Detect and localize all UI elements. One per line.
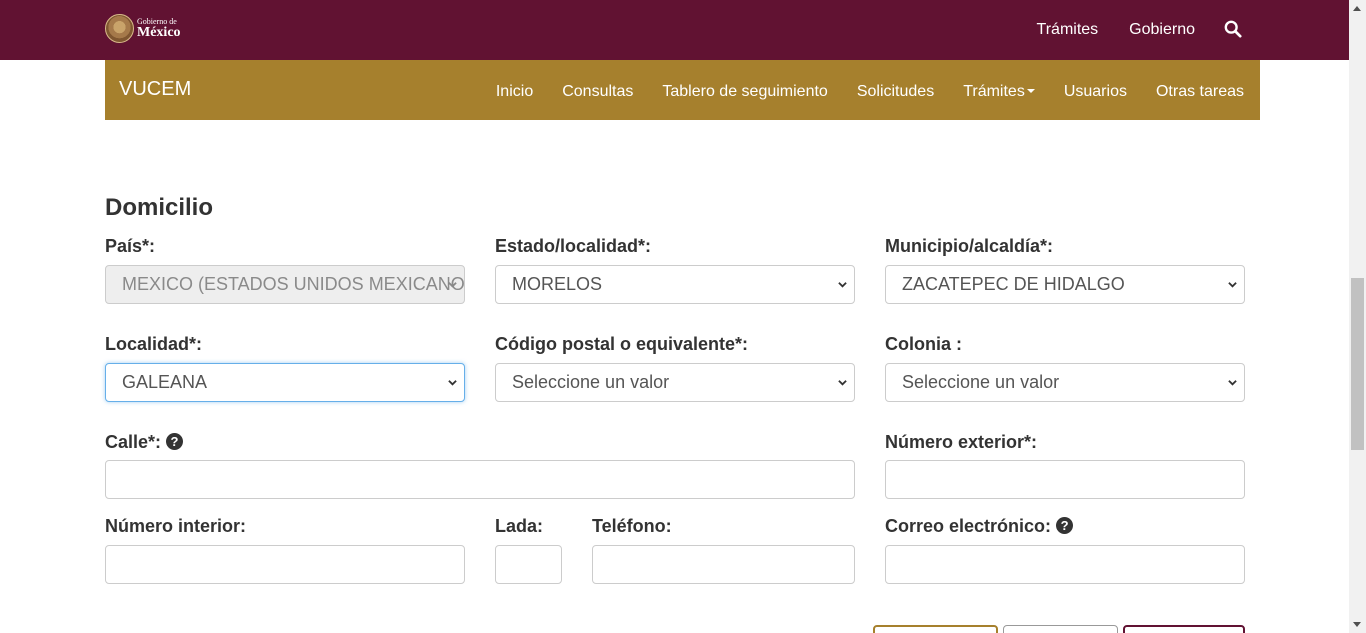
colonia-label: Colonia : xyxy=(885,334,962,354)
pais-label: País*: xyxy=(105,236,156,256)
action-button-3[interactable] xyxy=(1123,625,1245,633)
lada-input[interactable] xyxy=(495,545,562,584)
logo-text-big: México xyxy=(137,24,181,40)
nav-item-tablero[interactable]: Tablero de seguimiento xyxy=(662,83,827,101)
question-circle-icon[interactable]: ? xyxy=(1056,517,1074,534)
telefono-label: Teléfono: xyxy=(592,516,672,536)
action-button-1[interactable] xyxy=(873,625,998,633)
calle-label-row: Calle*:? xyxy=(105,432,184,453)
government-links: Trámites Gobierno xyxy=(1006,0,1349,60)
vucem-navbar: VUCEM Inicio Consultas Tablero de seguim… xyxy=(105,60,1260,120)
correo-input[interactable] xyxy=(885,545,1245,584)
municipio-select-value: ZACATEPEC DE HIDALGO xyxy=(902,274,1125,294)
vucem-brand[interactable]: VUCEM xyxy=(119,78,191,101)
codigo-postal-label: Código postal o equivalente*: xyxy=(495,334,749,354)
gov-link-gobierno[interactable]: Gobierno xyxy=(1129,21,1195,39)
localidad-label: Localidad*: xyxy=(105,334,203,354)
vucem-nav-menu: Inicio Consultas Tablero de seguimiento … xyxy=(467,60,1244,120)
nav-item-usuarios[interactable]: Usuarios xyxy=(1064,83,1127,101)
scroll-up-arrow-icon[interactable] xyxy=(1349,0,1366,17)
codigo-postal-select-value: Seleccione un valor xyxy=(512,372,670,392)
section-title: Domicilio xyxy=(105,194,214,221)
localidad-select[interactable]: GALEANA xyxy=(105,363,465,402)
colonia-select[interactable]: Seleccione un valor xyxy=(885,363,1245,402)
action-button-2[interactable] xyxy=(1003,625,1118,633)
calle-label: Calle*: xyxy=(105,432,162,452)
nav-item-otras-tareas[interactable]: Otras tareas xyxy=(1156,83,1244,101)
search-icon[interactable] xyxy=(1224,20,1244,40)
chevron-down-icon xyxy=(838,282,847,288)
nav-item-tramites-dropdown[interactable]: Trámites xyxy=(963,83,1035,101)
correo-label: Correo electrónico: xyxy=(885,516,1052,536)
estado-select-value: MORELOS xyxy=(512,274,603,294)
government-header: Gobierno de México Trámites Gobierno xyxy=(0,0,1349,60)
telefono-input[interactable] xyxy=(592,545,855,584)
municipio-select[interactable]: ZACATEPEC DE HIDALGO xyxy=(885,265,1245,304)
estado-label: Estado/localidad*: xyxy=(495,236,652,256)
gov-link-tramites[interactable]: Trámites xyxy=(1037,21,1099,39)
codigo-postal-select[interactable]: Seleccione un valor xyxy=(495,363,855,402)
correo-label-row: Correo electrónico:? xyxy=(885,516,1074,537)
logo-text: Gobierno de México xyxy=(137,17,181,40)
question-circle-icon[interactable]: ? xyxy=(166,433,184,450)
numero-exterior-input[interactable] xyxy=(885,460,1245,499)
page-scrollbar[interactable] xyxy=(1349,0,1366,633)
localidad-select-value: GALEANA xyxy=(122,372,208,392)
chevron-down-icon xyxy=(838,380,847,386)
chevron-down-icon xyxy=(448,380,457,386)
calle-input[interactable] xyxy=(105,460,855,499)
chevron-down-icon xyxy=(448,282,457,288)
chevron-down-icon xyxy=(1228,282,1237,288)
caret-down-icon xyxy=(1026,89,1035,94)
chevron-down-icon xyxy=(1228,380,1237,386)
scrollbar-thumb[interactable] xyxy=(1351,278,1364,450)
colonia-select-value: Seleccione un valor xyxy=(902,372,1060,392)
numero-interior-input[interactable] xyxy=(105,545,465,584)
numero-exterior-label: Número exterior*: xyxy=(885,432,1038,452)
numero-interior-label: Número interior: xyxy=(105,516,247,536)
municipio-label: Municipio/alcaldía*: xyxy=(885,236,1054,256)
lada-label: Lada: xyxy=(495,516,544,536)
nav-item-inicio[interactable]: Inicio xyxy=(496,83,533,101)
nav-item-tramites-label: Trámites xyxy=(963,82,1025,100)
gobierno-de-mexico-logo[interactable]: Gobierno de México xyxy=(105,14,181,43)
scroll-down-arrow-icon[interactable] xyxy=(1349,616,1366,633)
pais-select[interactable]: MEXICO (ESTADOS UNIDOS MEXICANOS) xyxy=(105,265,465,304)
national-seal-icon xyxy=(105,14,134,43)
estado-select[interactable]: MORELOS xyxy=(495,265,855,304)
pais-select-value: MEXICO (ESTADOS UNIDOS MEXICANOS) xyxy=(122,274,464,294)
nav-item-solicitudes[interactable]: Solicitudes xyxy=(857,83,934,101)
nav-item-consultas[interactable]: Consultas xyxy=(562,83,633,101)
